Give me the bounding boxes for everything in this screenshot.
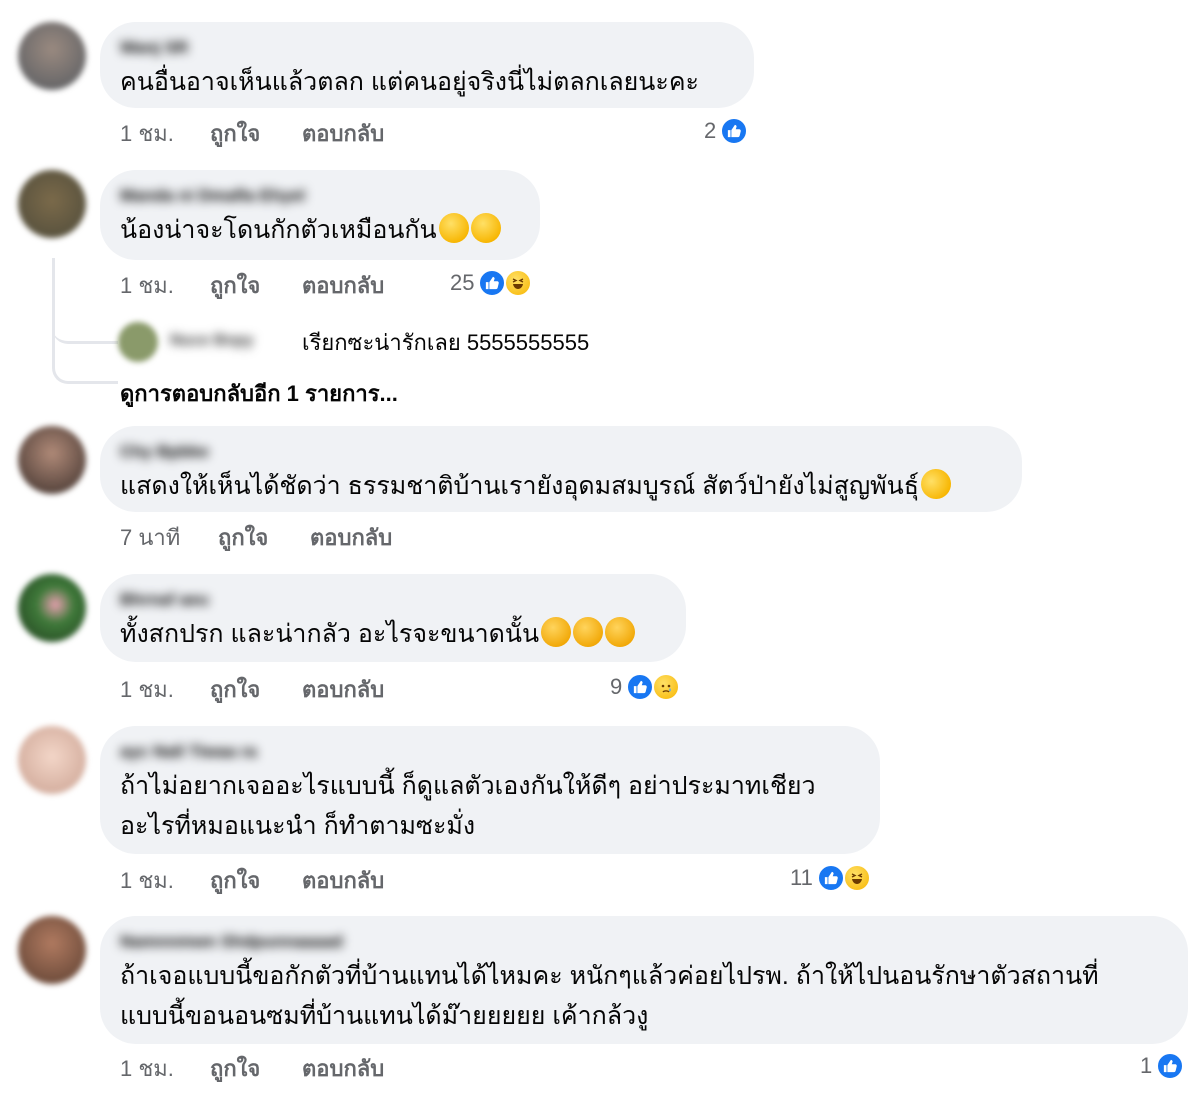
pleading-face-icon: [605, 617, 636, 647]
view-more-replies-link[interactable]: ดูการตอบกลับอีก 1 รายการ...: [120, 376, 398, 411]
comment-actions: 1 ชม. ถูกใจ ตอบกลับ: [120, 865, 384, 895]
comment-author[interactable]: Wanj SR: [120, 36, 734, 60]
reaction-summary[interactable]: 2: [704, 114, 749, 148]
reaction-count: 25: [450, 270, 475, 295]
reaction-count: 1: [1140, 1053, 1153, 1078]
reply-button[interactable]: ตอบกลับ: [302, 116, 384, 151]
avatar[interactable]: [118, 322, 158, 362]
thread-connector: [52, 258, 118, 344]
like-button[interactable]: ถูกใจ: [210, 1051, 302, 1086]
reply-button[interactable]: ตอบกลับ: [302, 672, 384, 707]
rofl-icon: [916, 464, 956, 504]
like-icon: [720, 117, 749, 145]
comment-bubble: Wanj SR คนอื่นอาจเห็นแล้วตลก แต่คนอยู่จร…: [100, 22, 754, 108]
comment-text: คนอื่นอาจเห็นแล้วตลก แต่คนอยู่จริงนี่ไม่…: [120, 68, 699, 96]
reaction-count: 2: [704, 118, 717, 143]
comment-bubble: ayc Nall Tiwaa ra ถ้าไม่อยากเจออะไรแบบนี…: [100, 726, 880, 854]
avatar[interactable]: [18, 170, 86, 238]
comment-time[interactable]: 1 ชม.: [120, 672, 210, 707]
comment-bubble: Chy Bpbke แสดงให้เห็นได้ชัดว่า ธรรมชาติบ…: [100, 426, 1022, 512]
comment-actions: 7 นาที ถูกใจ ตอบกลับ: [120, 522, 392, 552]
comment-bubble: Bhrnaf aeu ทั้งสกปรก และน่ากลัว อะไรจะขน…: [100, 574, 686, 662]
comment-actions: 1 ชม. ถูกใจ ตอบกลับ: [120, 674, 384, 704]
comment-author[interactable]: Bhrnaf aeu: [120, 588, 666, 612]
haha-icon: [504, 269, 533, 297]
like-button[interactable]: ถูกใจ: [210, 863, 302, 898]
sad-icon: [652, 673, 681, 701]
haha-icon: [842, 864, 871, 892]
comment-text-line-2: อะไรที่หมอแนะนำ ก็ทำตามซะมั่ง: [120, 812, 476, 840]
avatar[interactable]: [18, 916, 86, 984]
comment-text-line-1: ถ้าเจอแบบนี้ขอกักตัวที่บ้านแทนได้ไหมคะ ห…: [120, 962, 1099, 990]
comment-bubble: Namnnmwn Shdpunnaaaad ถ้าเจอแบบนี้ขอกักต…: [100, 916, 1188, 1044]
comment-text-content: ทั้งสกปรก และน่ากลัว อะไรจะขนาดนั้น: [120, 620, 540, 648]
reply-button[interactable]: ตอบกลับ: [302, 1051, 384, 1086]
comment-text-content: แสดงให้เห็นได้ชัดว่า ธรรมชาติบ้านเรายังอ…: [120, 472, 919, 500]
reaction-summary[interactable]: 9: [610, 670, 681, 704]
like-icon: [478, 269, 507, 297]
pleading-face-icon: [541, 617, 572, 647]
comment-author[interactable]: ayc Nall Tiwaa ra: [120, 740, 860, 764]
avatar[interactable]: [18, 22, 86, 90]
comment-author[interactable]: Namnnmwn Shdpunnaaaad: [120, 930, 1168, 954]
reaction-summary[interactable]: 1: [1140, 1049, 1185, 1083]
comment-text-content: น้องน่าจะโดนกักตัวเหมือนกัน: [120, 216, 437, 244]
reply-button[interactable]: ตอบกลับ: [302, 863, 384, 898]
tears-of-joy-icon: [470, 213, 501, 243]
like-button[interactable]: ถูกใจ: [218, 520, 310, 555]
comment-text-line-1: ถ้าไม่อยากเจออะไรแบบนี้ ก็ดูแลตัวเองกันใ…: [120, 772, 816, 800]
like-button[interactable]: ถูกใจ: [210, 672, 302, 707]
comment-time[interactable]: 1 ชม.: [120, 116, 210, 151]
comment-time[interactable]: 1 ชม.: [120, 863, 210, 898]
reply-button[interactable]: ตอบกลับ: [302, 268, 384, 303]
like-button[interactable]: ถูกใจ: [210, 116, 302, 151]
like-button[interactable]: ถูกใจ: [210, 268, 302, 303]
pleading-face-icon: [573, 617, 604, 647]
comment-bubble: Manda ni Dmafla Ehyel น้องน่าจะโดนกักตัว…: [100, 170, 540, 260]
comment-time[interactable]: 7 นาที: [120, 520, 218, 555]
comment-author[interactable]: Chy Bpbke: [120, 440, 1002, 464]
avatar[interactable]: [18, 426, 86, 494]
like-icon: [1156, 1052, 1185, 1080]
comment-text: ทั้งสกปรก และน่ากลัว อะไรจะขนาดนั้น: [120, 614, 666, 654]
reply-text: เรียกซะน่ารักเลย 5555555555: [302, 329, 590, 355]
reaction-count: 9: [610, 674, 623, 699]
avatar[interactable]: [18, 574, 86, 642]
reaction-summary[interactable]: 11: [790, 861, 871, 895]
comment-text-line-2: แบบนี้ขอนอนซมที่บ้านแทนได้ม๊ายยยยย เค้าก…: [120, 1002, 649, 1030]
like-icon: [816, 864, 845, 892]
reaction-summary[interactable]: 25: [450, 266, 533, 300]
reaction-count: 11: [790, 865, 813, 890]
comment-time[interactable]: 1 ชม.: [120, 268, 210, 303]
comment-actions: 1 ชม. ถูกใจ ตอบกลับ: [120, 118, 384, 148]
reply-button[interactable]: ตอบกลับ: [310, 520, 392, 555]
comment-actions: 1 ชม. ถูกใจ ตอบกลับ: [120, 270, 384, 300]
comment-author[interactable]: Manda ni Dmafla Ehyel: [120, 184, 520, 208]
reply-author[interactable]: Nuce Bnpy: [170, 332, 290, 352]
comment-text: แสดงให้เห็นได้ชัดว่า ธรรมชาติบ้านเรายังอ…: [120, 464, 1002, 506]
reply-preview[interactable]: Nuce Bnpy เรียกซะน่ารักเลย 5555555555: [118, 322, 589, 362]
like-icon: [626, 673, 655, 701]
comment-text: น้องน่าจะโดนกักตัวเหมือนกัน: [120, 210, 520, 250]
avatar[interactable]: [18, 726, 86, 794]
comment-time[interactable]: 1 ชม.: [120, 1051, 210, 1086]
tears-of-joy-icon: [438, 213, 469, 243]
comment-actions: 1 ชม. ถูกใจ ตอบกลับ: [120, 1053, 384, 1083]
